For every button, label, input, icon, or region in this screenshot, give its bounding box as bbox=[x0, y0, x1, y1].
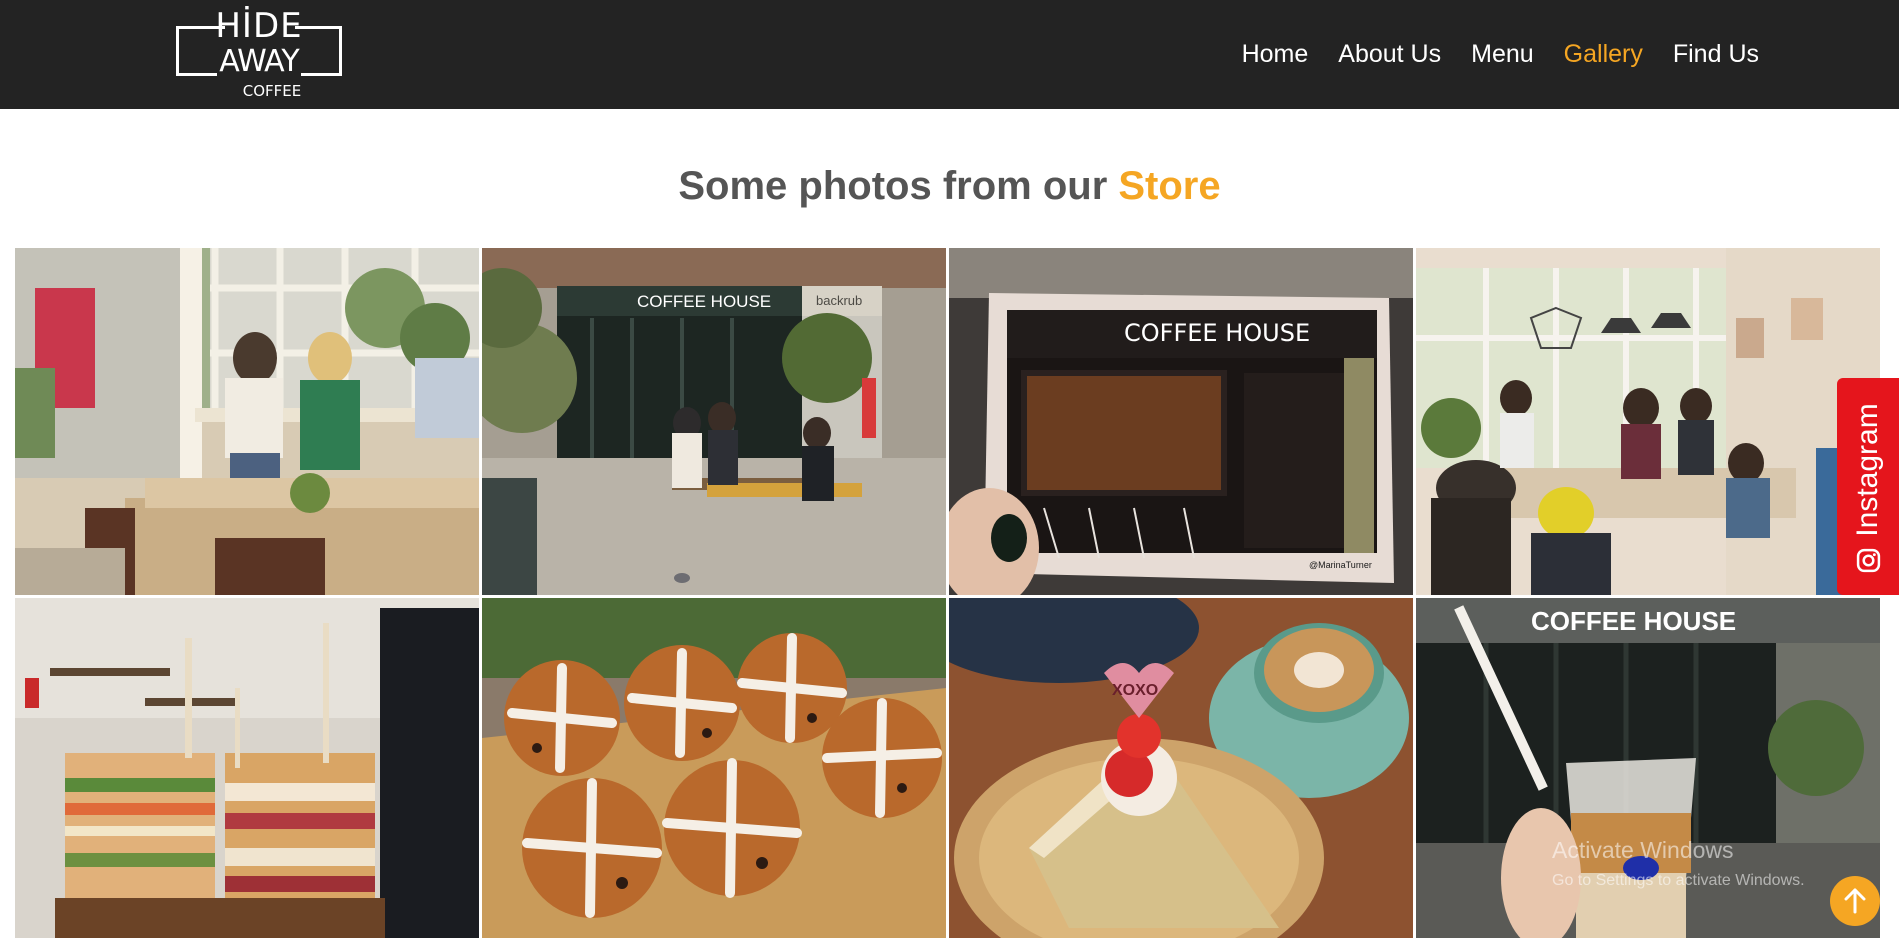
nav-home[interactable]: Home bbox=[1242, 38, 1309, 70]
photo-storefront-image: COFFEE HOUSE backrub bbox=[482, 248, 946, 595]
gallery-photo-cafe-customers[interactable] bbox=[1416, 248, 1880, 595]
photo-cake-latte-image: XOXO bbox=[949, 598, 1413, 938]
nav-menu[interactable]: Menu bbox=[1471, 38, 1534, 70]
logo-text-hide: HİDE bbox=[215, 6, 303, 46]
hide-away-coffee-logo[interactable]: HİDE AWAY COFFEE bbox=[174, 6, 344, 102]
photo-hot-cross-buns-image bbox=[482, 598, 946, 938]
logo-text-coffee: COFFEE bbox=[242, 82, 302, 100]
nav-find-us[interactable]: Find Us bbox=[1673, 38, 1759, 70]
logo-text-away: AWAY bbox=[219, 44, 299, 79]
gallery-photo-cake-latte[interactable]: XOXO bbox=[949, 598, 1413, 938]
gallery-photo-storefront-courtyard[interactable]: COFFEE HOUSE backrub bbox=[482, 248, 946, 595]
instagram-side-tab[interactable]: Instagram bbox=[1837, 378, 1899, 595]
gallery-photo-sandwiches[interactable] bbox=[15, 598, 479, 938]
card-caption: @MarinaTurner bbox=[1309, 560, 1372, 570]
storefront-sign-text-2: COFFEE HOUSE bbox=[1531, 606, 1736, 636]
gallery-heading-prefix: Some photos from our bbox=[678, 164, 1119, 208]
photo-iced-latte-image: COFFEE HOUSE bbox=[1416, 598, 1880, 938]
gallery-photo-iced-latte[interactable]: COFFEE HOUSE bbox=[1416, 598, 1880, 938]
cake-topper-text: XOXO bbox=[1112, 682, 1158, 699]
photo-cafe-interior-image bbox=[15, 248, 479, 595]
scroll-to-top-button[interactable] bbox=[1830, 876, 1880, 926]
photo-cafe-customers-image bbox=[1416, 248, 1880, 595]
gallery-photo-cafe-interior[interactable] bbox=[15, 248, 479, 595]
gallery-heading-accent: Store bbox=[1118, 164, 1221, 208]
instagram-icon bbox=[1856, 548, 1881, 573]
top-navbar: HİDE AWAY COFFEE Home About Us Menu Gall… bbox=[0, 0, 1899, 109]
backrub-sign-text: backrub bbox=[816, 293, 862, 308]
card-sign-text: COFFEE HOUSE bbox=[1124, 319, 1310, 347]
instagram-label: Instagram bbox=[1851, 403, 1884, 537]
storefront-sign-text: COFFEE HOUSE bbox=[637, 292, 771, 311]
main-nav: Home About Us Menu Gallery Find Us bbox=[1212, 38, 1759, 70]
nav-about-us[interactable]: About Us bbox=[1338, 38, 1441, 70]
photo-sandwiches-image bbox=[15, 598, 479, 938]
gallery-heading: Some photos from our Store bbox=[0, 163, 1899, 209]
gallery-photo-hot-cross-buns[interactable] bbox=[482, 598, 946, 938]
arrow-up-icon bbox=[1844, 888, 1866, 914]
gallery-photo-illustration-card[interactable]: COFFEE HOUSE @MarinaTurner bbox=[949, 248, 1413, 595]
nav-gallery[interactable]: Gallery bbox=[1564, 38, 1643, 70]
photo-illustration-card-image: COFFEE HOUSE @MarinaTurner bbox=[949, 248, 1413, 595]
